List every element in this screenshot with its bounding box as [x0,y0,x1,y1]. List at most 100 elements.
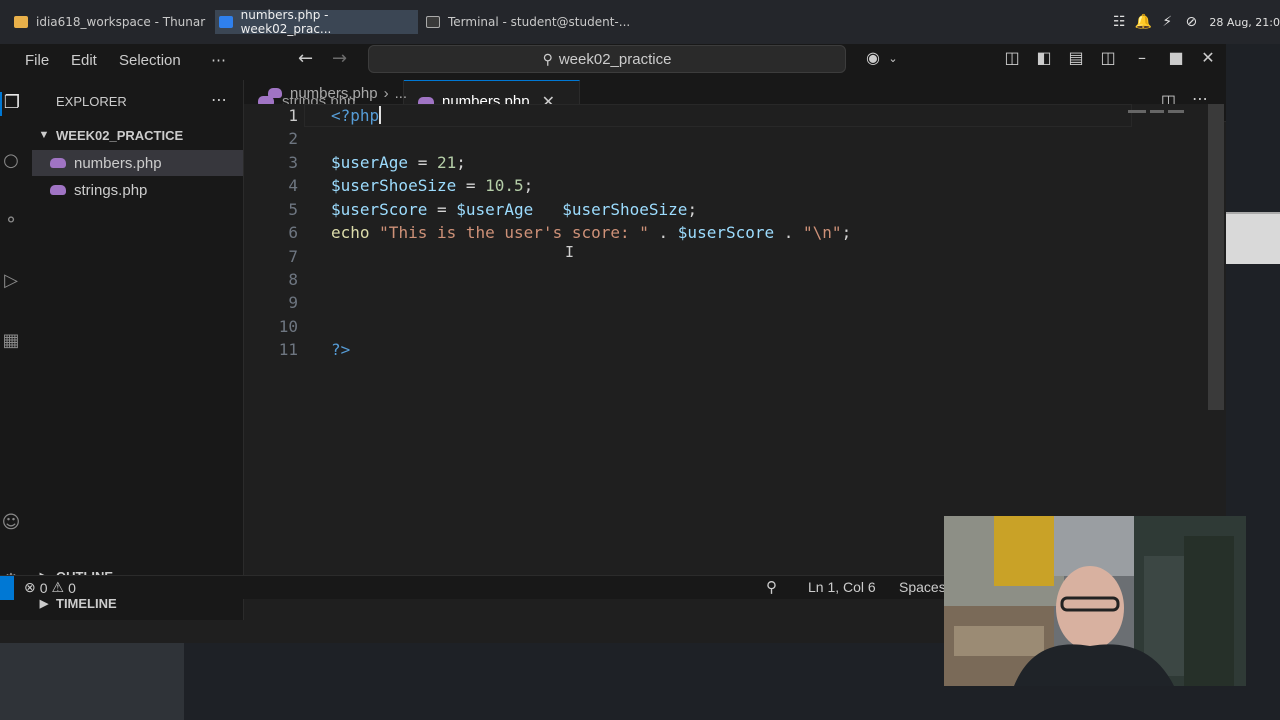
chevron-right-icon: › [383,84,389,102]
line-number: 8 [288,270,298,289]
php-open-tag: <?php [331,106,380,125]
wifi-off-icon[interactable]: ⊘ [1179,14,1203,30]
taskbar-item-vscode[interactable]: numbers.php - week02_prac... [215,8,418,36]
taskbar-item-thunar[interactable]: idia618_workspace - Thunar [10,10,210,34]
code-line[interactable]: 9 [244,291,1208,314]
taskbar-item-label: numbers.php - week02_prac... [240,8,332,36]
minimize-icon[interactable]: – [1130,48,1154,67]
remote-indicator[interactable] [0,576,14,600]
toggle-panel-icon[interactable]: ▤ [1064,48,1088,67]
command-center-search[interactable]: ⚲ week02_practice [368,45,846,73]
menu-more[interactable]: ⋯ [211,48,226,74]
run-debug-icon[interactable]: ▷ [0,270,22,294]
current-line-highlight [304,104,1132,127]
code-editor[interactable]: 1 <?php 2 3 $userAge = 21; 4 $userShoeSi… [244,104,1208,574]
code-variable: $userAge [456,200,534,219]
command-center-label: week02_practice [558,50,672,68]
menu-selection[interactable]: Selection [119,48,181,74]
code-string: "\n" [803,223,842,242]
code-line[interactable]: 10 [244,315,1208,338]
error-icon: ⊗ [24,579,36,595]
taskbar-item-terminal[interactable]: Terminal - student@student-... [422,10,632,34]
breadcrumb: numbers.php › ... [268,82,407,104]
vscode-icon [219,16,233,28]
php-elephant-icon [268,88,282,98]
folder-icon [14,16,28,28]
explorer-files-icon[interactable]: ❐ [0,92,22,116]
code-line[interactable]: 3 $userAge = 21; [244,151,1208,174]
more-actions-icon[interactable]: ⋯ [211,90,227,109]
code-line[interactable]: 6 echo "This is the user's score: " . $u… [244,221,1208,244]
error-count: 0 [39,579,48,596]
power-icon[interactable]: ⚡ [1155,14,1179,30]
cursor-position[interactable]: Ln 1, Col 6 [808,579,876,595]
line-number: 11 [278,340,298,359]
maximize-icon[interactable]: ■ [1164,48,1188,67]
webcam-video-image [944,516,1246,686]
warning-count: 0 [68,579,76,596]
code-variable: $userScore [677,223,775,242]
customize-layout-icon[interactable]: ◫ [1000,48,1024,67]
breadcrumb-more[interactable]: ... [395,85,408,102]
code-operator: = [456,176,486,195]
php-close-tag: ?> [331,340,351,359]
code-semicolon: ; [841,223,852,242]
clock[interactable]: 28 Aug, 21:0 [1209,16,1280,29]
network-icon[interactable]: ☷ [1107,14,1131,30]
code-operator: . [774,223,804,242]
menu-file[interactable]: File [25,48,49,74]
code-semicolon: ; [456,153,466,172]
line-number: 9 [288,293,298,312]
code-line[interactable]: 5 $userScore = $userAge $userShoeSize; [244,198,1208,221]
chevron-down-icon[interactable]: ⌄ [881,52,905,65]
chevron-down-icon: ▼ [38,129,50,141]
notification-bell-icon[interactable]: 🔔 [1131,14,1155,30]
line-number: 6 [288,223,298,242]
terminal-icon [426,16,440,28]
code-number: 21 [436,153,457,172]
webcam-overlay [944,516,1246,686]
close-window-icon[interactable]: ✕ [1196,48,1220,67]
code-line[interactable]: 11 ?> [244,338,1208,361]
line-number: 1 [288,106,298,125]
folder-header[interactable]: ▼ WEEK02_PRACTICE [32,124,243,146]
taskbar-item-label: idia618_workspace - Thunar [36,15,206,29]
search-icon[interactable]: ○ [0,150,22,174]
line-number: 7 [288,247,298,266]
search-icon: ⚲ [542,50,553,67]
warning-icon: ⚠ [51,579,65,595]
code-line[interactable]: 1 <?php [244,104,1208,127]
code-line[interactable]: 4 $userShoeSize = 10.5; [244,174,1208,197]
vertical-scrollbar[interactable] [1208,104,1224,410]
code-line[interactable]: 2 [244,127,1208,150]
zoom-icon[interactable]: ⚲ [766,578,777,596]
problems-indicator[interactable]: ⊗ 0 ⚠ 0 [24,579,80,596]
explorer-sidebar: EXPLORER ⋯ ▼ WEEK02_PRACTICE numbers.php… [32,80,244,620]
back-arrow-icon[interactable]: ← [298,48,313,69]
source-control-icon[interactable]: ⚬ [0,210,22,234]
breadcrumb-file[interactable]: numbers.php [290,85,378,102]
forward-arrow-icon[interactable]: → [332,48,347,69]
file-item-numbers[interactable]: numbers.php [32,150,243,176]
toggle-secondary-sidebar-icon[interactable]: ◫ [1096,48,1120,67]
file-item-strings[interactable]: strings.php [32,177,243,203]
taskbar-item-label: Terminal - student@student-... [448,15,631,29]
indentation-spaces[interactable]: Spaces [899,579,946,595]
code-line[interactable]: 7 [244,245,1208,268]
extensions-icon[interactable]: ▦ [0,330,22,354]
minimap[interactable] [1128,110,1188,118]
code-string: "This is the user's score: " [379,223,649,242]
code-line[interactable]: 8 [244,268,1208,291]
desktop-taskbar: idia618_workspace - Thunar numbers.php -… [0,0,1280,44]
account-icon[interactable]: ☺ [0,512,22,536]
folder-name: WEEK02_PRACTICE [56,127,184,143]
code-keyword: echo [331,223,370,242]
background-window [1226,212,1280,264]
menu-edit[interactable]: Edit [71,48,97,74]
code-variable: $userScore [331,200,428,219]
line-number: 4 [288,176,298,195]
file-name: numbers.php [74,154,162,172]
code-variable: $userShoeSize [562,200,688,219]
toggle-sidebar-icon[interactable]: ◧ [1032,48,1056,67]
